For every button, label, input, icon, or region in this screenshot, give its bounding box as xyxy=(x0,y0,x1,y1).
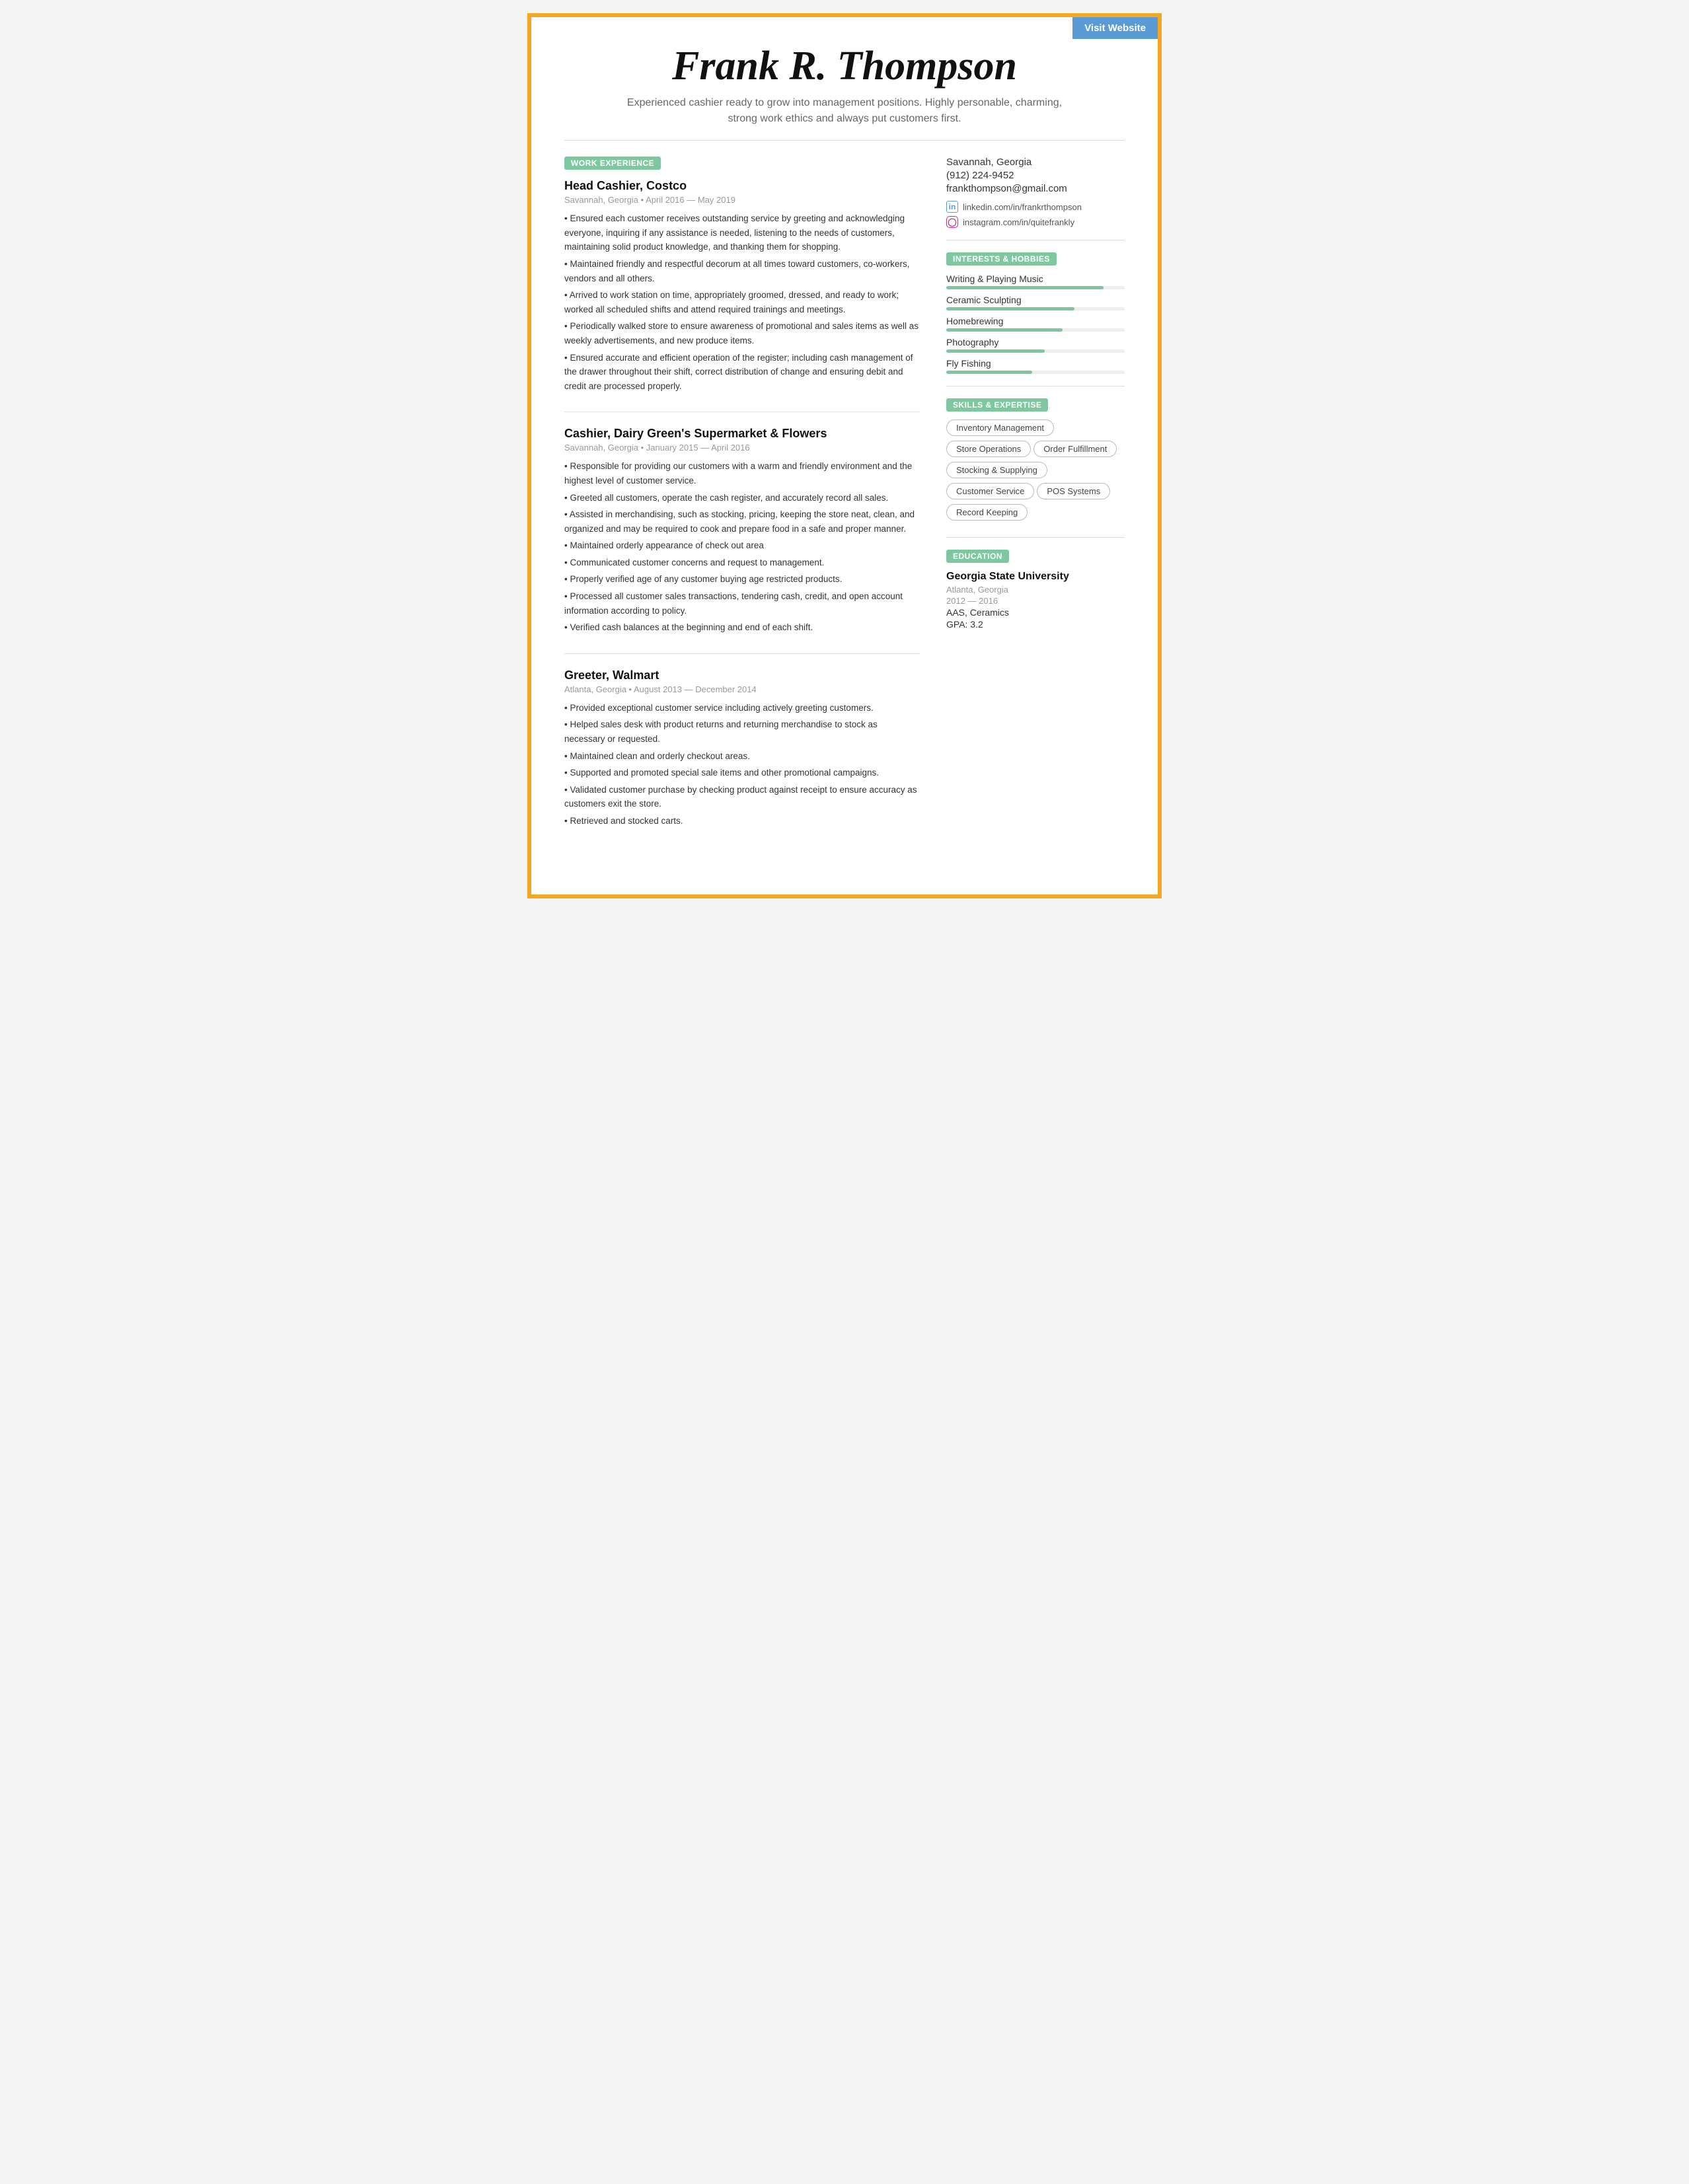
edu-years: 2012 — 2016 xyxy=(946,596,1125,606)
hobby-bar-bg xyxy=(946,371,1125,374)
hobby-item: Ceramic Sculpting xyxy=(946,295,1125,310)
bullet-item: • Provided exceptional customer service … xyxy=(564,701,920,715)
hobby-bar-bg xyxy=(946,328,1125,332)
hobby-item: Fly Fishing xyxy=(946,358,1125,374)
jobs-container: Head Cashier, Costco Savannah, Georgia • … xyxy=(564,179,920,846)
interests-section: INTERESTS & HOBBIES Writing & Playing Mu… xyxy=(946,252,1125,374)
hobby-bar-bg xyxy=(946,286,1125,289)
bullet-item: • Supported and promoted special sale it… xyxy=(564,766,920,780)
instagram-icon: ◯ xyxy=(946,216,958,228)
skills-label: SKILLS & EXPERTISE xyxy=(946,398,1048,412)
interests-label: INTERESTS & HOBBIES xyxy=(946,252,1057,266)
job-title: Cashier, Dairy Green's Supermarket & Flo… xyxy=(564,427,920,441)
instagram-link[interactable]: ◯ instagram.com/in/quitefrankly xyxy=(946,216,1125,228)
edu-degree: AAS, Ceramics xyxy=(946,607,1125,618)
bullet-item: • Ensured accurate and efficient operati… xyxy=(564,351,920,394)
linkedin-link[interactable]: in linkedin.com/in/frankrthompson xyxy=(946,201,1125,213)
bullet-item: • Arrived to work station on time, appro… xyxy=(564,288,920,316)
edu-university: Georgia State University xyxy=(946,571,1125,583)
hobby-item: Homebrewing xyxy=(946,316,1125,332)
bullet-item: • Validated customer purchase by checkin… xyxy=(564,783,920,811)
hobby-bar-fill xyxy=(946,328,1063,332)
contact-phone: (912) 224-9452 xyxy=(946,170,1125,181)
instagram-url: instagram.com/in/quitefrankly xyxy=(963,217,1074,227)
job-meta: Savannah, Georgia • January 2015 — April… xyxy=(564,443,920,453)
linkedin-url: linkedin.com/in/frankrthompson xyxy=(963,202,1082,212)
hobby-bar-bg xyxy=(946,349,1125,353)
hobby-bar-fill xyxy=(946,307,1074,310)
hobby-name: Ceramic Sculpting xyxy=(946,295,1125,305)
hobbies-container: Writing & Playing Music Ceramic Sculpting… xyxy=(946,273,1125,374)
hobby-name: Photography xyxy=(946,337,1125,347)
bullet-item: • Retrieved and stocked carts. xyxy=(564,814,920,828)
linkedin-icon: in xyxy=(946,201,958,213)
bullet-item: • Maintained orderly appearance of check… xyxy=(564,538,920,553)
skills-container: Inventory Management Store OperationsOrde… xyxy=(946,419,1125,525)
contact-city: Savannah, Georgia xyxy=(946,157,1125,168)
job-meta: Savannah, Georgia • April 2016 — May 201… xyxy=(564,195,920,205)
bullet-item: • Helped sales desk with product returns… xyxy=(564,717,920,746)
skill-tag: POS Systems xyxy=(1037,483,1110,499)
main-content: WORK EXPERIENCE Head Cashier, Costco Sava… xyxy=(564,157,1125,861)
job-meta: Atlanta, Georgia • August 2013 — Decembe… xyxy=(564,684,920,694)
job-title: Head Cashier, Costco xyxy=(564,179,920,193)
edu-gpa: GPA: 3.2 xyxy=(946,619,1125,630)
edu-location: Atlanta, Georgia xyxy=(946,585,1125,595)
hobby-item: Writing & Playing Music xyxy=(946,273,1125,289)
hobby-name: Writing & Playing Music xyxy=(946,273,1125,284)
skill-tag: Record Keeping xyxy=(946,504,1028,521)
skill-tag: Inventory Management xyxy=(946,419,1054,436)
hobby-name: Homebrewing xyxy=(946,316,1125,326)
left-column: WORK EXPERIENCE Head Cashier, Costco Sava… xyxy=(564,157,920,861)
skills-section: SKILLS & EXPERTISE Inventory Management S… xyxy=(946,398,1125,525)
bullet-item: • Greeted all customers, operate the cas… xyxy=(564,491,920,505)
bullet-item: • Responsible for providing our customer… xyxy=(564,459,920,488)
skill-tag: Store Operations xyxy=(946,441,1031,457)
education-section: EDUCATION Georgia State University Atlan… xyxy=(946,550,1125,630)
contact-info: Savannah, Georgia (912) 224-9452 frankth… xyxy=(946,157,1125,228)
job-block: Cashier, Dairy Green's Supermarket & Flo… xyxy=(564,427,920,654)
bullet-item: • Assisted in merchandising, such as sto… xyxy=(564,507,920,536)
hobby-bar-fill xyxy=(946,286,1104,289)
right-column: Savannah, Georgia (912) 224-9452 frankth… xyxy=(946,157,1125,861)
skill-tag: Order Fulfillment xyxy=(1033,441,1117,457)
bullet-item: • Ensured each customer receives outstan… xyxy=(564,211,920,254)
bullet-item: • Verified cash balances at the beginnin… xyxy=(564,620,920,635)
candidate-name: Frank R. Thompson xyxy=(564,44,1125,89)
hobby-item: Photography xyxy=(946,337,1125,353)
bullet-item: • Maintained clean and orderly checkout … xyxy=(564,749,920,764)
bullet-item: • Processed all customer sales transacti… xyxy=(564,589,920,618)
job-bullets: • Ensured each customer receives outstan… xyxy=(564,211,920,393)
visit-website-button[interactable]: Visit Website xyxy=(1072,17,1158,39)
bullet-item: • Communicated customer concerns and req… xyxy=(564,556,920,570)
job-bullets: • Responsible for providing our customer… xyxy=(564,459,920,635)
job-title: Greeter, Walmart xyxy=(564,669,920,682)
bullet-item: • Periodically walked store to ensure aw… xyxy=(564,319,920,347)
skill-tag: Customer Service xyxy=(946,483,1034,499)
contact-email: frankthompson@gmail.com xyxy=(946,183,1125,194)
bullet-item: • Maintained friendly and respectful dec… xyxy=(564,257,920,285)
hobby-name: Fly Fishing xyxy=(946,358,1125,369)
hobby-bar-bg xyxy=(946,307,1125,310)
header-section: Frank R. Thompson Experienced cashier re… xyxy=(564,44,1125,141)
job-bullets: • Provided exceptional customer service … xyxy=(564,701,920,828)
candidate-tagline: Experienced cashier ready to grow into m… xyxy=(613,95,1076,127)
job-block: Head Cashier, Costco Savannah, Georgia • … xyxy=(564,179,920,412)
hobby-bar-fill xyxy=(946,371,1032,374)
work-experience-label: WORK EXPERIENCE xyxy=(564,157,661,170)
skill-tag: Stocking & Supplying xyxy=(946,462,1047,478)
resume-document: Visit Website Frank R. Thompson Experien… xyxy=(527,13,1162,898)
bullet-item: • Properly verified age of any customer … xyxy=(564,572,920,587)
education-label: EDUCATION xyxy=(946,550,1009,563)
job-block: Greeter, Walmart Atlanta, Georgia • Augus… xyxy=(564,669,920,847)
hobby-bar-fill xyxy=(946,349,1045,353)
